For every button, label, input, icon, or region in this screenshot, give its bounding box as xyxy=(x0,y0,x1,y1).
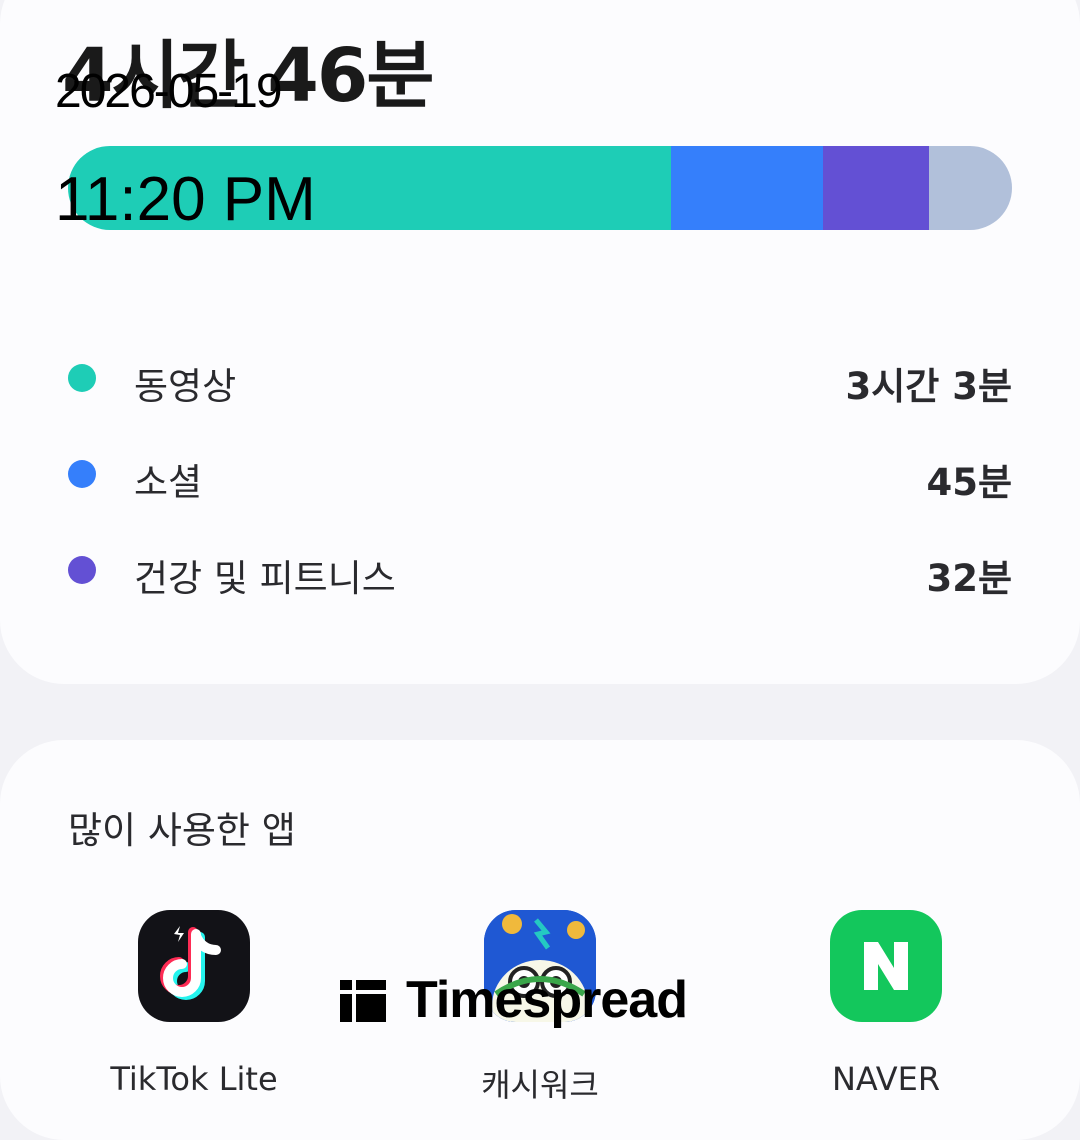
legend-label: 소셜 xyxy=(134,461,203,504)
usage-bar-segment xyxy=(823,146,929,230)
legend-label: 동영상 xyxy=(134,365,237,408)
naver-icon xyxy=(830,910,942,1022)
app-name: 캐시워크 xyxy=(481,1066,599,1104)
timespread-logo-icon xyxy=(340,976,388,1024)
legend-item-video[interactable]: 동영상 3시간 3분 xyxy=(68,348,1012,408)
watermark-text: Timespread xyxy=(406,971,688,1029)
legend-item-social[interactable]: 소셜 45분 xyxy=(68,444,1012,504)
usage-bar-segment xyxy=(928,146,1012,230)
legend-dot-video xyxy=(68,364,96,392)
legend-item-health[interactable]: 건강 및 피트니스 32분 xyxy=(68,540,1012,600)
timestamp-date: 2026-05-19 xyxy=(55,65,283,118)
legend-dot-health xyxy=(68,556,96,584)
legend-label: 건강 및 피트니스 xyxy=(134,557,396,600)
usage-bar-segment xyxy=(671,146,824,230)
app-naver[interactable]: NAVER xyxy=(776,910,996,1098)
app-name: NAVER xyxy=(831,1060,941,1098)
legend-value: 45분 xyxy=(926,461,1012,504)
legend-value: 32분 xyxy=(926,557,1012,600)
legend-dot-social xyxy=(68,460,96,488)
most-used-title: 많이 사용한 앱 xyxy=(68,809,296,852)
watermark: Timespread xyxy=(340,970,688,1030)
timestamp-time: 11:20 PM xyxy=(55,165,316,234)
app-tiktok-lite[interactable]: TikTok Lite xyxy=(84,910,304,1098)
app-name: TikTok Lite xyxy=(110,1060,278,1098)
legend-value: 3시간 3분 xyxy=(845,365,1013,408)
tiktok-icon xyxy=(138,910,250,1022)
